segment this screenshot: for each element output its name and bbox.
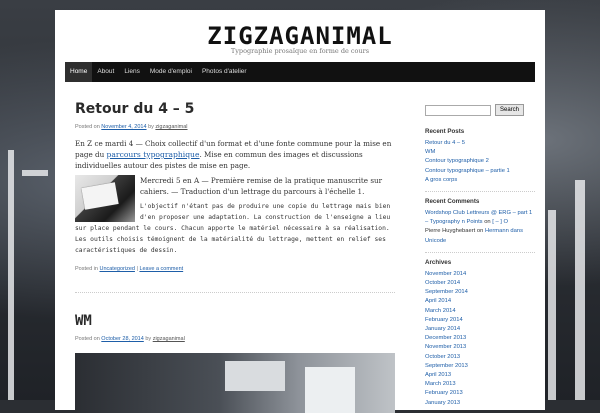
post-title[interactable]: Retour du 4 – 5 <box>75 100 395 118</box>
post-paragraph: En Z ce mardi 4 — Choix collectif d'un f… <box>75 138 395 171</box>
photo-panel <box>305 367 355 413</box>
leave-comment-link[interactable]: Leave a comment <box>139 266 183 272</box>
sidebar: Search Recent Posts Retour du 4 – 5 WM C… <box>425 104 535 408</box>
nav-about[interactable]: About <box>92 62 119 82</box>
archive-link[interactable]: December 2013 <box>425 334 535 343</box>
search-button[interactable]: Search <box>495 104 525 116</box>
post-title[interactable]: WM <box>75 312 395 330</box>
archive-link[interactable]: April 2014 <box>425 297 535 306</box>
archives-title: Archives <box>425 258 452 266</box>
comment-post-link[interactable]: [ – ] O <box>492 219 508 225</box>
bg-letter-stroke <box>548 210 556 400</box>
post-footer: Posted in Uncategorized | Leave a commen… <box>75 256 395 272</box>
recent-post-link[interactable]: Contour typographique – partie 1 <box>425 167 535 176</box>
search-form: Search <box>425 104 535 116</box>
post-meta: Posted on October 28, 2014 by zigzaganim… <box>75 336 395 342</box>
archive-link[interactable]: September 2013 <box>425 362 535 371</box>
widget-divider <box>425 191 535 193</box>
recent-posts-list: Retour du 4 – 5 WM Contour typographique… <box>425 139 535 185</box>
post-thumbnail[interactable] <box>75 175 135 222</box>
comment-author: Pierre Huyghebaert <box>425 228 476 235</box>
archive-link[interactable]: March 2013 <box>425 380 535 389</box>
recent-post-link[interactable]: A gros corps <box>425 176 535 185</box>
parcours-typographique-link[interactable]: parcours typographique <box>107 150 200 159</box>
category-link[interactable]: Uncategorized <box>99 266 134 272</box>
comment-on: on <box>482 219 493 226</box>
search-input[interactable] <box>425 104 491 116</box>
nav-photos-atelier[interactable]: Photos d'atelier <box>197 62 252 82</box>
post-author-link[interactable]: zigzaganimal <box>153 336 185 342</box>
bg-letter-stroke <box>8 150 14 400</box>
meta-by: by <box>143 336 153 342</box>
bg-letter-stroke <box>575 180 585 400</box>
archive-link[interactable]: October 2013 <box>425 353 535 362</box>
footer-prefix: Posted in <box>75 266 100 272</box>
archive-link[interactable]: November 2013 <box>425 343 535 352</box>
nav-home[interactable]: Home <box>65 62 93 82</box>
archive-link[interactable]: February 2014 <box>425 316 535 325</box>
archive-link[interactable]: January 2013 <box>425 399 535 408</box>
nav-mode-emploi[interactable]: Mode d'emploi <box>145 62 197 82</box>
widget-divider <box>425 251 535 253</box>
comment-author-link[interactable]: Wordshop Club Lettreurs @ ERG – part 1 –… <box>425 210 532 225</box>
page-sheet: ZIGZAGANIMAL Typographie prosaïque en fo… <box>55 10 545 413</box>
meta-prefix: Posted on <box>75 336 102 342</box>
recent-comments-title: Recent Comments <box>425 198 480 206</box>
main-nav: Home About Liens Mode d'emploi Photos d'… <box>65 62 535 82</box>
bg-letter-stroke <box>22 170 48 176</box>
photo-panel <box>225 361 285 391</box>
recent-post-link[interactable]: Retour du 4 – 5 <box>425 139 535 148</box>
archives-list: November 2014 October 2014 September 201… <box>425 270 535 408</box>
recent-comments-list: Wordshop Club Lettreurs @ ERG – part 1 –… <box>425 209 535 246</box>
recent-post-link[interactable]: Contour typographique 2 <box>425 157 535 166</box>
post-meta: Posted on November 4, 2014 by zigzaganim… <box>75 124 395 130</box>
recent-comment: Wordshop Club Lettreurs @ ERG – part 1 –… <box>425 209 535 227</box>
comment-on: on <box>475 228 485 235</box>
recent-comment: Pierre Huyghebaert on Hermann dans Unico… <box>425 227 535 245</box>
recent-posts-title: Recent Posts <box>425 128 465 135</box>
post-author-link[interactable]: zigzaganimal <box>155 124 187 130</box>
thumbnail-paper <box>81 182 119 210</box>
post-date-link[interactable]: November 4, 2014 <box>101 124 146 130</box>
archive-link[interactable]: January 2014 <box>425 325 535 334</box>
site-tagline: Typographie prosaïque en forme de cours <box>230 47 370 55</box>
archive-link[interactable]: November 2014 <box>425 270 535 279</box>
recent-post-link[interactable]: WM <box>425 148 535 157</box>
post-retour: Retour du 4 – 5 Posted on November 4, 20… <box>75 100 395 272</box>
archive-link[interactable]: February 2013 <box>425 389 535 398</box>
post-wm: WM Posted on October 28, 2014 by zigzaga… <box>75 312 395 342</box>
site-title[interactable]: ZIGZAGANIMAL <box>55 22 545 50</box>
archive-link[interactable]: April 2013 <box>425 371 535 380</box>
archive-link[interactable]: March 2014 <box>425 307 535 316</box>
archive-link[interactable]: September 2014 <box>425 288 535 297</box>
archive-link[interactable]: October 2014 <box>425 279 535 288</box>
post-photo[interactable] <box>75 353 395 413</box>
meta-prefix: Posted on <box>75 124 102 130</box>
post-date-link[interactable]: October 28, 2014 <box>101 336 144 342</box>
post-divider <box>75 292 395 293</box>
nav-liens[interactable]: Liens <box>119 62 145 82</box>
